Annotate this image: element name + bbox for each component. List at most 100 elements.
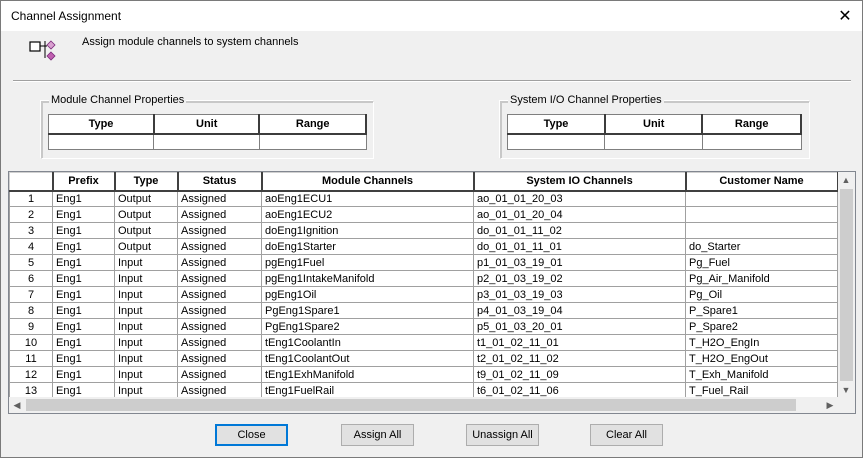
table-row[interactable]: 2 Eng1 Output Assigned aoEng1ECU2 ao_01_01_20… (9, 206, 838, 223)
prefix-cell[interactable]: Eng1 (52, 286, 115, 303)
module-channel-cell[interactable]: pgEng1Fuel (261, 254, 474, 271)
type-cell[interactable]: Input (114, 350, 178, 367)
scroll-up-icon[interactable]: ▲ (838, 172, 854, 188)
table-row[interactable]: 6 Eng1 Input Assigned pgEng1IntakeManifold p2… (9, 270, 838, 287)
table-row[interactable]: 4 Eng1 Output Assigned doEng1Starter do_01_01… (9, 238, 838, 255)
customer-name-cell[interactable]: T_Exh_Manifold (685, 366, 838, 383)
module-channel-cell[interactable]: tEng1ExhManifold (261, 366, 474, 383)
table-row[interactable]: 12 Eng1 Input Assigned tEng1ExhManifold t9_01… (9, 366, 838, 383)
grid-header-system-io-channels[interactable]: System IO Channels (473, 172, 687, 192)
prefix-cell[interactable]: Eng1 (52, 350, 115, 367)
status-cell[interactable]: Assigned (177, 286, 262, 303)
vertical-scroll-thumb[interactable] (840, 189, 853, 381)
module-channel-cell[interactable]: doEng1Ignition (261, 222, 474, 239)
row-number[interactable]: 10 (9, 334, 53, 351)
system-channel-cell[interactable]: ao_01_01_20_04 (473, 206, 686, 223)
prefix-cell[interactable]: Eng1 (52, 206, 115, 223)
table-row[interactable]: 8 Eng1 Input Assigned PgEng1Spare1 p4_01_03_1… (9, 302, 838, 319)
module-channel-cell[interactable]: aoEng1ECU1 (261, 190, 474, 207)
prefix-cell[interactable]: Eng1 (52, 238, 115, 255)
clear-all-button[interactable]: Clear All (590, 424, 663, 446)
row-number[interactable]: 7 (9, 286, 53, 303)
status-cell[interactable]: Assigned (177, 190, 262, 207)
system-channel-cell[interactable]: p4_01_03_19_04 (473, 302, 686, 319)
row-number[interactable]: 4 (9, 238, 53, 255)
grid-header-status[interactable]: Status (177, 172, 263, 192)
customer-name-cell[interactable]: T_H2O_EngOut (685, 350, 838, 367)
vertical-scrollbar[interactable]: ▲ ▼ (838, 172, 855, 398)
module-channel-cell[interactable]: PgEng1Spare2 (261, 318, 474, 335)
title-bar[interactable]: Channel Assignment ✕ (1, 1, 862, 31)
customer-name-cell[interactable]: P_Spare2 (685, 318, 838, 335)
prefix-cell[interactable]: Eng1 (52, 270, 115, 287)
type-cell[interactable]: Input (114, 286, 178, 303)
prefix-cell[interactable]: Eng1 (52, 318, 115, 335)
scroll-down-icon[interactable]: ▼ (838, 382, 854, 398)
prefix-cell[interactable]: Eng1 (52, 366, 115, 383)
customer-name-cell[interactable]: Pg_Oil (685, 286, 838, 303)
type-cell[interactable]: Output (114, 222, 178, 239)
row-number[interactable]: 9 (9, 318, 53, 335)
customer-name-cell[interactable] (685, 222, 838, 239)
horizontal-scroll-thumb[interactable] (26, 399, 796, 411)
system-channel-cell[interactable]: t9_01_02_11_09 (473, 366, 686, 383)
system-channel-cell[interactable]: p3_01_03_19_03 (473, 286, 686, 303)
scroll-right-icon[interactable]: ▶ (822, 397, 838, 413)
type-cell[interactable]: Output (114, 206, 178, 223)
row-number[interactable]: 1 (9, 190, 53, 207)
status-cell[interactable]: Assigned (177, 302, 262, 319)
table-row[interactable]: 10 Eng1 Input Assigned tEng1CoolantIn t1_01_0… (9, 334, 838, 351)
system-channel-cell[interactable]: p1_01_03_19_01 (473, 254, 686, 271)
row-number[interactable]: 11 (9, 350, 53, 367)
customer-name-cell[interactable]: Pg_Fuel (685, 254, 838, 271)
row-number[interactable]: 3 (9, 222, 53, 239)
close-button[interactable]: Close (215, 424, 288, 446)
module-channel-cell[interactable]: doEng1Starter (261, 238, 474, 255)
type-cell[interactable]: Input (114, 302, 178, 319)
status-cell[interactable]: Assigned (177, 238, 262, 255)
system-channel-cell[interactable]: p5_01_03_20_01 (473, 318, 686, 335)
status-cell[interactable]: Assigned (177, 206, 262, 223)
row-number[interactable]: 12 (9, 366, 53, 383)
row-number[interactable]: 6 (9, 270, 53, 287)
type-cell[interactable]: Output (114, 190, 178, 207)
prefix-cell[interactable]: Eng1 (52, 222, 115, 239)
type-cell[interactable]: Output (114, 238, 178, 255)
table-row[interactable]: 7 Eng1 Input Assigned pgEng1Oil p3_01_03_19_0… (9, 286, 838, 303)
horizontal-scrollbar[interactable]: ◀ ▶ (9, 397, 855, 413)
table-row[interactable]: 9 Eng1 Input Assigned PgEng1Spare2 p5_01_03_2… (9, 318, 838, 335)
customer-name-cell[interactable]: T_H2O_EngIn (685, 334, 838, 351)
prefix-cell[interactable]: Eng1 (52, 334, 115, 351)
status-cell[interactable]: Assigned (177, 222, 262, 239)
row-number[interactable]: 5 (9, 254, 53, 271)
type-cell[interactable]: Input (114, 318, 178, 335)
type-cell[interactable]: Input (114, 254, 178, 271)
prefix-cell[interactable]: Eng1 (52, 302, 115, 319)
system-channel-cell[interactable]: t2_01_02_11_02 (473, 350, 686, 367)
table-row[interactable]: 3 Eng1 Output Assigned doEng1Ignition do_01_0… (9, 222, 838, 239)
system-channel-cell[interactable]: do_01_01_11_01 (473, 238, 686, 255)
grid-header-prefix[interactable]: Prefix (52, 172, 116, 192)
prefix-cell[interactable]: Eng1 (52, 254, 115, 271)
status-cell[interactable]: Assigned (177, 350, 262, 367)
customer-name-cell[interactable]: do_Starter (685, 238, 838, 255)
status-cell[interactable]: Assigned (177, 366, 262, 383)
status-cell[interactable]: Assigned (177, 270, 262, 287)
module-channel-cell[interactable]: tEng1CoolantIn (261, 334, 474, 351)
prefix-cell[interactable]: Eng1 (52, 190, 115, 207)
assign-all-button[interactable]: Assign All (341, 424, 414, 446)
system-channel-cell[interactable]: p2_01_03_19_02 (473, 270, 686, 287)
unassign-all-button[interactable]: Unassign All (466, 424, 539, 446)
table-row[interactable]: 5 Eng1 Input Assigned pgEng1Fuel p1_01_03_19_… (9, 254, 838, 271)
close-window-button[interactable]: ✕ (828, 1, 862, 31)
grid-header-module-channels[interactable]: Module Channels (261, 172, 475, 192)
grid-header-type[interactable]: Type (114, 172, 179, 192)
customer-name-cell[interactable] (685, 206, 838, 223)
type-cell[interactable]: Input (114, 366, 178, 383)
type-cell[interactable]: Input (114, 270, 178, 287)
customer-name-cell[interactable]: Pg_Air_Manifold (685, 270, 838, 287)
table-row[interactable]: 1 Eng1 Output Assigned aoEng1ECU1 ao_01_01_20… (9, 190, 838, 207)
module-channel-cell[interactable]: PgEng1Spare1 (261, 302, 474, 319)
status-cell[interactable]: Assigned (177, 318, 262, 335)
status-cell[interactable]: Assigned (177, 254, 262, 271)
